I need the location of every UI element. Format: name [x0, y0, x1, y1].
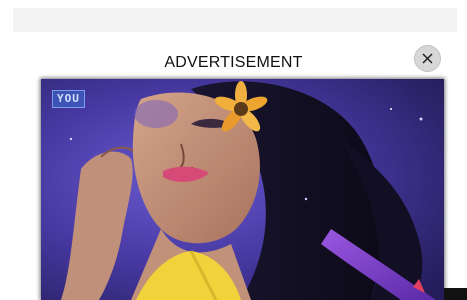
ad-image — [41, 79, 444, 300]
advertisement-label: ADVERTISEMENT — [164, 54, 303, 71]
close-ad-button[interactable] — [414, 45, 441, 72]
page-edge-block — [444, 288, 467, 300]
close-icon — [422, 53, 433, 64]
ad-page: ADVERTISEMENT YOU — [0, 0, 467, 300]
top-bar — [13, 8, 457, 32]
ad-logo: YOU — [52, 90, 85, 108]
advertisement-video[interactable]: YOU — [41, 79, 444, 300]
